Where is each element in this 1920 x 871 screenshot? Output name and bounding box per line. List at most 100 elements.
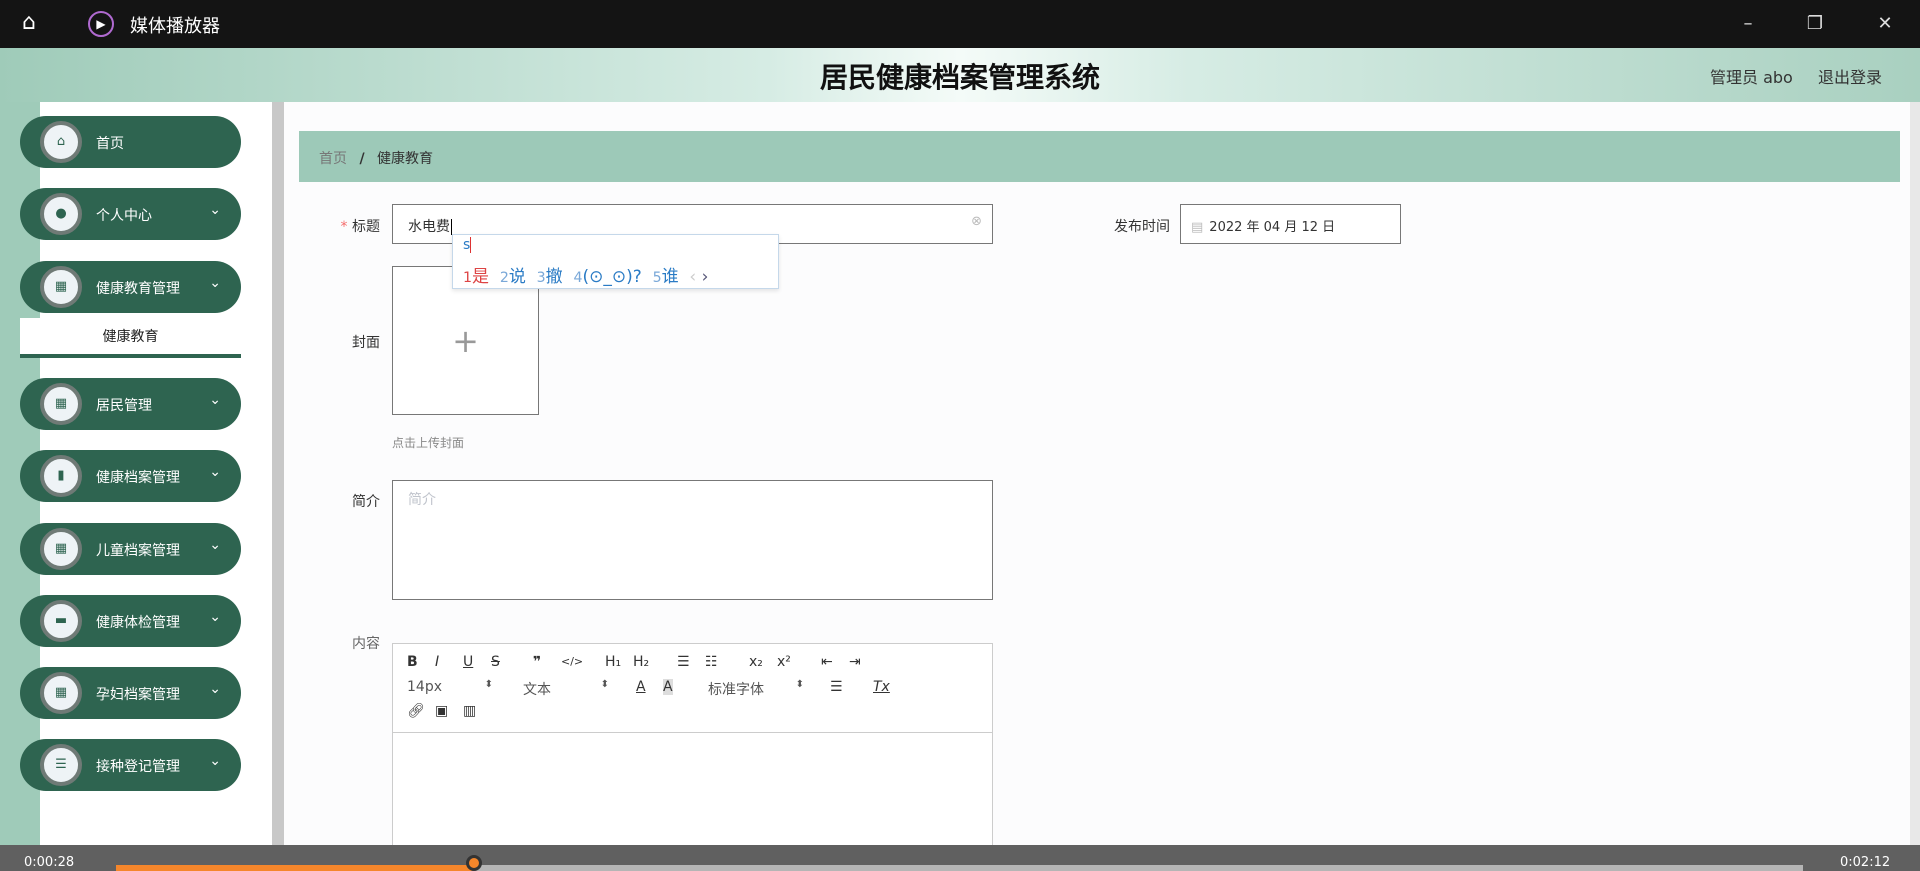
breadcrumb-separator: / bbox=[359, 151, 365, 167]
main-scrollbar[interactable] bbox=[1910, 102, 1920, 845]
sidebar-item-label: 健康教育管理 bbox=[96, 281, 180, 297]
sidebar-item-residents[interactable]: ▦ 居民管理 ⌄ bbox=[20, 378, 241, 430]
chevron-down-icon: ⌄ bbox=[209, 464, 221, 480]
bullet-list-button[interactable]: ☷ bbox=[705, 654, 718, 670]
select-arrows-icon: ⬍ bbox=[795, 679, 804, 690]
grid-icon: ▦ bbox=[40, 528, 82, 570]
sidebar-item-label: 健康档案管理 bbox=[96, 470, 180, 486]
sidebar-item-label: 接种登记管理 bbox=[96, 759, 180, 775]
sidebar-item-label: 健康体检管理 bbox=[96, 615, 180, 631]
outdent-button[interactable]: ⇤ bbox=[821, 654, 833, 670]
blockquote-button[interactable]: ❞ bbox=[533, 654, 541, 670]
ime-candidate[interactable]: 4(⊙_⊙)? bbox=[573, 267, 641, 287]
sidebar-scrollbar[interactable] bbox=[272, 102, 284, 871]
font-size-select[interactable]: 14px ⬍ bbox=[407, 679, 493, 695]
elapsed-time: 0:00:28 bbox=[24, 855, 75, 870]
intro-textarea[interactable]: 简介 bbox=[392, 480, 993, 600]
play-icon: ▶ bbox=[88, 11, 114, 37]
rich-text-editor[interactable]: B I U S ❞ </> H₁ H₂ ☰ ☷ x₂ x² ⇤ ⇥ 14px ⬍ … bbox=[392, 643, 993, 853]
chat-icon: ▬ bbox=[40, 600, 82, 642]
app-header: 居民健康档案管理系统 管理员 abo 退出登录 bbox=[0, 48, 1920, 102]
ime-prev-page[interactable]: ‹ bbox=[689, 267, 696, 287]
block-type-value: 文本 bbox=[523, 682, 551, 698]
ordered-list-button[interactable]: ☰ bbox=[677, 654, 690, 670]
font-family-select[interactable]: 标准字体 ⬍ bbox=[708, 679, 804, 699]
indent-button[interactable]: ⇥ bbox=[849, 654, 861, 670]
sidebar-item-home[interactable]: ⌂ 首页 bbox=[20, 116, 241, 168]
grid-icon: ▦ bbox=[40, 383, 82, 425]
image-icon[interactable]: ▣ bbox=[435, 703, 448, 719]
sidebar-item-health-records[interactable]: ▮ 健康档案管理 ⌄ bbox=[20, 450, 241, 502]
logout-link[interactable]: 退出登录 bbox=[1818, 64, 1882, 88]
total-time: 0:02:12 bbox=[1840, 855, 1891, 870]
ime-candidate[interactable]: 1是 bbox=[463, 267, 489, 287]
block-type-select[interactable]: 文本 ⬍ bbox=[523, 679, 609, 699]
plus-icon: + bbox=[452, 322, 479, 360]
sidebar-item-pregnancy[interactable]: ▦ 孕妇档案管理 ⌄ bbox=[20, 667, 241, 719]
window-title: 媒体播放器 bbox=[130, 16, 220, 37]
progress-fill bbox=[116, 865, 474, 871]
progress-handle[interactable] bbox=[465, 855, 482, 871]
publish-date-value: 2022 年 04 月 12 日 bbox=[1209, 220, 1336, 235]
editor-toolbar: B I U S ❞ </> H₁ H₂ ☰ ☷ x₂ x² ⇤ ⇥ 14px ⬍ … bbox=[393, 644, 992, 733]
ime-candidate-popup: s 1是 2说 3撤 4(⊙_⊙)? 5谁 ‹ › bbox=[452, 234, 779, 289]
background-color-button[interactable]: A bbox=[663, 679, 673, 695]
sidebar-item-checkups[interactable]: ▬ 健康体检管理 ⌄ bbox=[20, 595, 241, 647]
sidebar-item-health-edu-mgmt[interactable]: ▦ 健康教育管理 ⌄ bbox=[20, 261, 241, 313]
intro-label: 简介 bbox=[352, 494, 380, 510]
content-label: 内容 bbox=[352, 636, 380, 652]
strike-button[interactable]: S bbox=[491, 654, 500, 670]
grid-icon: ▦ bbox=[40, 672, 82, 714]
underline-button[interactable]: U bbox=[463, 654, 473, 670]
sidebar-item-label: 居民管理 bbox=[96, 398, 152, 414]
cover-hint: 点击上传封面 bbox=[392, 436, 465, 450]
progress-track[interactable] bbox=[116, 865, 1803, 871]
sidebar-item-label: 儿童档案管理 bbox=[96, 543, 180, 559]
breadcrumb: 首页 / 健康教育 bbox=[299, 131, 1900, 182]
sidebar-item-vaccination[interactable]: ☰ 接种登记管理 ⌄ bbox=[20, 739, 241, 791]
italic-button[interactable]: I bbox=[435, 654, 439, 670]
superscript-button[interactable]: x² bbox=[777, 654, 791, 670]
breadcrumb-current: 健康教育 bbox=[377, 151, 434, 167]
cover-label: 封面 bbox=[352, 335, 380, 351]
sidebar-item-label: 个人中心 bbox=[96, 208, 152, 224]
close-icon[interactable]: ✕ bbox=[1870, 10, 1900, 38]
align-icon[interactable]: ☰ bbox=[830, 679, 843, 695]
media-player-bar: 0:00:28 0:02:12 bbox=[0, 845, 1920, 871]
ime-candidate[interactable]: 5谁 bbox=[653, 267, 679, 287]
ime-candidates: 1是 2说 3撤 4(⊙_⊙)? 5谁 ‹ › bbox=[463, 262, 708, 287]
sidebar-item-label: 首页 bbox=[96, 136, 124, 152]
publish-date-picker[interactable]: ▤ 2022 年 04 月 12 日 bbox=[1180, 204, 1401, 244]
minimize-icon[interactable]: – bbox=[1733, 10, 1763, 38]
sidebar-item-personal[interactable]: ● 个人中心 ⌄ bbox=[20, 188, 241, 240]
h1-button[interactable]: H₁ bbox=[605, 654, 621, 670]
subscript-button[interactable]: x₂ bbox=[749, 654, 763, 670]
sidebar-item-child-records[interactable]: ▦ 儿童档案管理 ⌄ bbox=[20, 523, 241, 575]
restore-icon[interactable]: ❐ bbox=[1800, 10, 1830, 38]
ime-next-page[interactable]: › bbox=[702, 267, 709, 287]
bold-button[interactable]: B bbox=[407, 654, 418, 670]
sidebar-subitem-health-edu[interactable]: 健康教育 bbox=[20, 318, 241, 358]
chevron-down-icon: ⌄ bbox=[209, 681, 221, 697]
ime-candidate[interactable]: 2说 bbox=[500, 267, 526, 287]
link-icon[interactable]: 🔗︎ bbox=[407, 703, 425, 719]
font-size-value: 14px bbox=[407, 679, 442, 695]
font-color-button[interactable]: A bbox=[636, 679, 646, 695]
chevron-down-icon: ⌄ bbox=[209, 537, 221, 553]
breadcrumb-home[interactable]: 首页 bbox=[319, 151, 347, 167]
ime-candidate[interactable]: 3撤 bbox=[537, 267, 563, 287]
list-icon: ☰ bbox=[40, 744, 82, 786]
chevron-up-icon: ⌄ bbox=[209, 275, 221, 291]
clear-icon[interactable]: ⊗ bbox=[971, 214, 982, 229]
person-icon: ● bbox=[40, 193, 82, 235]
select-arrows-icon: ⬍ bbox=[600, 679, 609, 690]
video-icon[interactable]: ▥ bbox=[463, 703, 476, 719]
h2-button[interactable]: H₂ bbox=[633, 654, 649, 670]
chevron-down-icon: ⌄ bbox=[209, 609, 221, 625]
title-label-text: 标题 bbox=[352, 219, 380, 235]
home-icon[interactable]: ⌂ bbox=[22, 10, 36, 35]
window-titlebar: ⌂ ▶ 媒体播放器 – ❐ ✕ bbox=[0, 0, 1920, 48]
code-button[interactable]: </> bbox=[561, 655, 583, 668]
clear-format-button[interactable]: Tx bbox=[873, 679, 890, 695]
ime-input: s bbox=[463, 237, 472, 253]
